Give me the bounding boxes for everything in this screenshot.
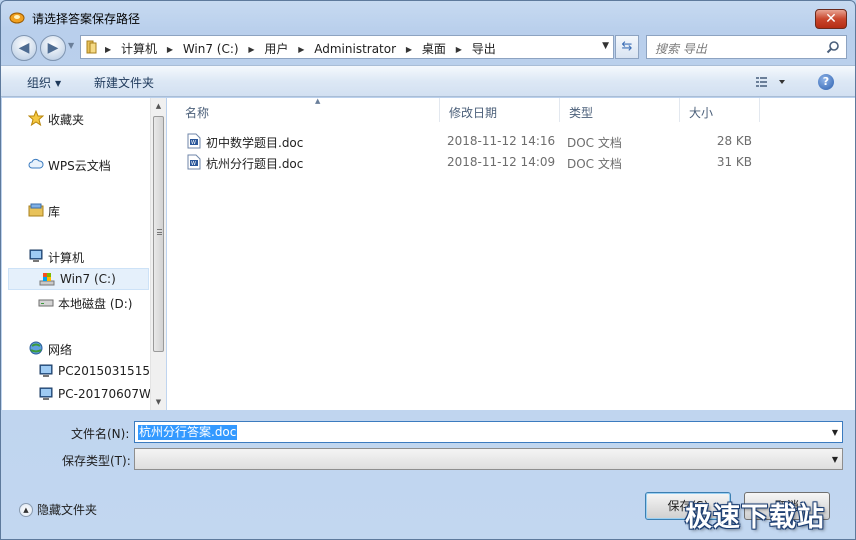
breadcrumb-drive-c[interactable]: Win7 (C:) — [183, 42, 239, 56]
column-header-name[interactable]: 名称 ▲ — [176, 97, 440, 122]
svg-text:W: W — [191, 161, 196, 167]
sort-arrow-icon: ▲ — [315, 97, 321, 105]
file-size: 28 KB — [716, 134, 752, 148]
column-header-type[interactable]: 类型 — [560, 98, 680, 122]
svg-text:W: W — [191, 140, 196, 146]
network-computer-icon — [39, 364, 53, 377]
back-button[interactable]: ◀ — [11, 35, 37, 61]
refresh-button[interactable]: ⇆ — [615, 35, 639, 59]
watermark-text: 极速下载站 — [685, 502, 825, 533]
chevron-down-icon[interactable]: ▼ — [832, 428, 838, 437]
file-type: DOC 文档 — [567, 136, 622, 150]
command-toolbar: 组织 ▼ 新建文件夹 ? — [1, 65, 855, 97]
grip-icon — [157, 229, 162, 235]
new-folder-button[interactable]: 新建文件夹 — [94, 74, 154, 91]
library-icon — [28, 203, 44, 217]
nav-scrollbar[interactable]: ▲ ▼ — [150, 98, 166, 410]
close-button[interactable]: ✕ — [815, 9, 847, 29]
scroll-up-icon[interactable]: ▲ — [151, 98, 166, 114]
chevron-up-icon: ▲ — [19, 502, 33, 517]
search-input[interactable]: 搜索 导出 — [646, 35, 847, 59]
search-placeholder: 搜索 导出 — [655, 42, 707, 56]
doc-file-icon: W — [187, 154, 201, 170]
breadcrumb-separator-icon[interactable]: ▶ — [456, 45, 462, 54]
save-dialog-window: 请选择答案保存路径 ✕ ◀ ▶ ▼ ▶ 计算机 ▶ Win7 (C:) ▶ 用户… — [0, 0, 856, 540]
hide-folders-toggle[interactable]: ▲ 隐藏文件夹 — [19, 501, 97, 518]
breadcrumb-desktop[interactable]: 桌面 — [422, 40, 446, 57]
title-bar[interactable]: 请选择答案保存路径 ✕ — [1, 1, 855, 33]
chevron-down-icon: ▼ — [55, 79, 62, 88]
help-button[interactable]: ? — [818, 74, 834, 90]
scroll-thumb[interactable] — [153, 116, 164, 352]
change-view-button[interactable] — [755, 74, 785, 90]
save-type-select[interactable]: ▼ — [134, 448, 843, 470]
breadcrumb-separator-icon[interactable]: ▶ — [167, 45, 173, 54]
breadcrumb-separator-icon[interactable]: ▶ — [248, 45, 254, 54]
forward-button[interactable]: ▶ — [40, 35, 66, 61]
cloud-icon — [28, 158, 44, 169]
folder-icon — [86, 40, 97, 54]
app-icon — [9, 12, 25, 24]
file-date: 2018-11-12 14:09 — [447, 155, 556, 169]
star-icon — [28, 110, 44, 126]
breadcrumb-separator-icon[interactable]: ▶ — [105, 45, 111, 54]
forward-arrow-icon: ▶ — [47, 40, 59, 56]
breadcrumb-export[interactable]: 导出 — [472, 40, 496, 57]
file-date: 2018-11-12 14:16 — [447, 134, 556, 148]
save-type-label: 保存类型(T): — [62, 454, 131, 468]
windows-drive-icon — [39, 273, 55, 286]
file-name: 杭州分行题目.doc — [206, 157, 304, 171]
breadcrumb-separator-icon[interactable]: ▶ — [298, 45, 304, 54]
scroll-down-icon[interactable]: ▼ — [151, 394, 166, 410]
organize-label: 组织 — [27, 76, 52, 90]
column-header-size[interactable]: 大小 — [680, 98, 760, 122]
search-icon[interactable] — [826, 40, 840, 54]
network-computer-icon — [39, 387, 53, 400]
recent-pages-chevron-icon[interactable]: ▼ — [68, 41, 74, 50]
filename-value: 杭州分行答案.doc — [138, 425, 238, 440]
column-header-date[interactable]: 修改日期 — [440, 98, 560, 122]
address-bar[interactable]: ▶ 计算机 ▶ Win7 (C:) ▶ 用户 ▶ Administrator ▶… — [80, 35, 614, 59]
file-name: 初中数学题目.doc — [206, 136, 304, 150]
table-row[interactable]: W 杭州分行题目.doc 2018-11-12 14:09 DOC 文档 31 … — [183, 152, 783, 172]
breadcrumb-administrator[interactable]: Administrator — [314, 42, 396, 56]
window-title: 请选择答案保存路径 — [32, 12, 141, 26]
breadcrumb-users[interactable]: 用户 — [264, 40, 288, 57]
network-globe-icon — [29, 341, 43, 355]
navigation-pane: 收藏夹 WPS云文档 库 计算机 Win7 (C:) 本地磁盘 (D:) 网络 — [2, 98, 166, 410]
computer-icon — [29, 249, 43, 262]
chevron-down-icon[interactable]: ▼ — [832, 455, 838, 464]
filename-input[interactable]: 杭州分行答案.doc ▼ — [134, 421, 843, 443]
nav-item-drive-c[interactable]: Win7 (C:) — [8, 268, 149, 290]
breadcrumb: ▶ 计算机 ▶ Win7 (C:) ▶ 用户 ▶ Administrator ▶… — [105, 40, 502, 57]
file-size: 31 KB — [716, 155, 752, 169]
organize-button[interactable]: 组织 ▼ — [27, 74, 61, 91]
file-type: DOC 文档 — [567, 157, 622, 171]
breadcrumb-computer[interactable]: 计算机 — [121, 40, 157, 57]
table-row[interactable]: W 初中数学题目.doc 2018-11-12 14:16 DOC 文档 28 … — [183, 131, 783, 151]
back-arrow-icon: ◀ — [18, 40, 30, 56]
disk-drive-icon — [38, 299, 54, 307]
file-list-pane: 名称 ▲ 修改日期 类型 大小 W 初中数学题目.doc 2018-11-12 … — [167, 97, 855, 410]
refresh-icon: ⇆ — [621, 39, 633, 54]
breadcrumb-separator-icon[interactable]: ▶ — [406, 45, 412, 54]
filename-label: 文件名(N): — [71, 427, 130, 441]
doc-file-icon: W — [187, 133, 201, 149]
address-dropdown-chevron-icon[interactable]: ▼ — [602, 41, 609, 51]
